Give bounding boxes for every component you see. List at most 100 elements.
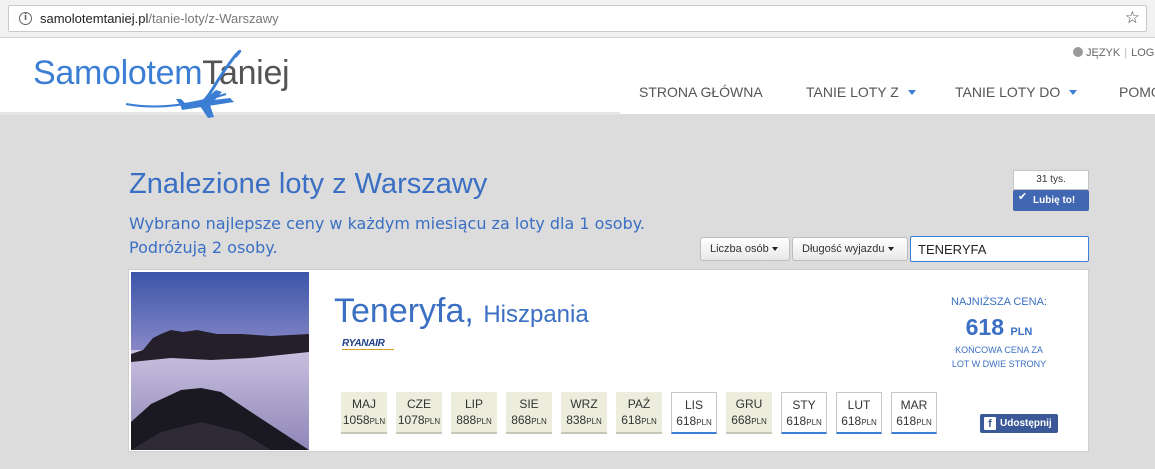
month-price: 618PLN xyxy=(837,414,881,428)
duration-label: Długość wyjazdu xyxy=(802,243,885,255)
like-count: 31 tys. xyxy=(1013,170,1089,190)
facebook-icon: f xyxy=(984,417,996,430)
month-price: 618PLN xyxy=(672,414,716,428)
month-price-box[interactable]: MAR 618PLN xyxy=(891,392,937,434)
month-price-box[interactable]: CZE 1078PLN xyxy=(396,392,442,434)
like-button[interactable]: ✔ Lubię to! xyxy=(1013,190,1089,211)
month-price-amount: 668 xyxy=(731,413,752,427)
caret-down-icon xyxy=(887,247,894,251)
url-path: /tanie-loty/z-Warszawy xyxy=(148,11,279,26)
month-name: WRZ xyxy=(570,397,598,411)
destination-search-input[interactable] xyxy=(910,236,1089,262)
nav-label: STRONA GŁÓWNA xyxy=(639,84,763,100)
month-name: CZE xyxy=(407,397,431,411)
language-links: JĘZYK |LOGO xyxy=(1073,47,1155,59)
month-price: 868PLN xyxy=(506,413,552,427)
month-price-unit: PLN xyxy=(476,417,492,426)
price-note-line: KOŃCOWA CENA ZA xyxy=(955,345,1043,355)
trip-duration-dropdown[interactable]: Długość wyjazdu xyxy=(792,237,908,261)
month-price-box[interactable]: MAJ 1058PLN xyxy=(341,392,387,434)
price-currency: PLN xyxy=(1010,326,1033,338)
persons-label: Liczba osób xyxy=(710,243,769,255)
info-icon[interactable]: i xyxy=(19,12,32,25)
month-price: 888PLN xyxy=(451,413,497,427)
airline-logo: RYANAIR xyxy=(342,338,385,349)
destination-country: Hiszpania xyxy=(483,301,589,328)
month-price-amount: 888 xyxy=(456,413,477,427)
lowest-price-label: NAJNIŻSZA CENA: xyxy=(951,296,1047,308)
caret-down-icon xyxy=(771,247,778,251)
price-note-line: LOT W DWIE STRONY xyxy=(951,359,1047,369)
nav-item-home[interactable]: STRONA GŁÓWNA xyxy=(639,84,763,100)
site-logo[interactable]: SamolotemTaniej xyxy=(30,50,350,122)
month-price: 618PLN xyxy=(616,413,662,427)
month-price: 618PLN xyxy=(782,414,826,428)
destination-photo xyxy=(131,272,309,450)
month-price-box[interactable]: SIE 868PLN xyxy=(506,392,552,434)
month-name: LIS xyxy=(684,398,703,412)
logout-link[interactable]: LOGO xyxy=(1131,47,1155,59)
month-price-amount: 618 xyxy=(621,413,642,427)
caret-down-icon xyxy=(907,90,916,95)
url-text[interactable]: samolotemtaniej.pl/tanie-loty/z-Warszawy xyxy=(40,11,279,26)
month-price-unit: PLN xyxy=(641,417,657,426)
price-note: KOŃCOWA CENA ZA LOT W DWIE STRONY xyxy=(934,343,1064,371)
persons-dropdown[interactable]: Liczba osób xyxy=(700,237,790,261)
month-price-unit: PLN xyxy=(916,418,932,427)
separator: | xyxy=(1124,47,1128,59)
lowest-price-block: NAJNIŻSZA CENA: 618 PLN KOŃCOWA CENA ZA … xyxy=(934,296,1064,371)
month-price-amount: 1058 xyxy=(342,413,370,427)
subtitle-line: Wybrano najlepsze ceny w każdym miesiącu… xyxy=(129,214,645,233)
destination-title[interactable]: Teneryfa, Hiszpania xyxy=(334,292,589,331)
nav-item-cheap-flights-from[interactable]: TANIE LOTY Z xyxy=(806,84,916,100)
month-price-unit: PLN xyxy=(369,417,386,426)
browser-toolbar: i samolotemtaniej.pl/tanie-loty/z-Warsza… xyxy=(0,0,1155,38)
price-amount: 618 xyxy=(965,314,1004,340)
month-price-box[interactable]: STY 618PLN xyxy=(781,392,827,434)
month-name: GRU xyxy=(735,397,763,411)
airline-logo-underline xyxy=(342,349,394,350)
month-price-amount: 868 xyxy=(511,413,532,427)
month-price-amount: 618 xyxy=(841,414,862,428)
nav-label: TANIE LOTY DO xyxy=(955,84,1061,100)
month-price: 668PLN xyxy=(726,413,772,427)
month-price-amount: 1078 xyxy=(397,413,425,427)
month-name: PAŹ xyxy=(627,397,651,411)
month-price-unit: PLN xyxy=(751,417,767,426)
month-price-amount: 618 xyxy=(786,414,807,428)
month-price-box[interactable]: LIS 618PLN xyxy=(671,392,717,434)
nav-item-help[interactable]: POMO xyxy=(1119,84,1155,100)
url-domain: samolotemtaniej.pl xyxy=(40,11,149,26)
month-price-unit: PLN xyxy=(424,417,441,426)
month-price: 618PLN xyxy=(892,414,936,428)
language-link[interactable]: JĘZYK xyxy=(1086,47,1120,59)
month-price-box[interactable]: PAŹ 618PLN xyxy=(616,392,662,434)
like-label: Lubię to! xyxy=(1033,195,1076,206)
nav-item-cheap-flights-to[interactable]: TANIE LOTY DO xyxy=(955,84,1078,100)
month-price-unit: PLN xyxy=(586,417,602,426)
nav-label: POMO xyxy=(1119,84,1155,100)
destination-name: Teneryfa, xyxy=(334,292,474,330)
month-price-amount: 838 xyxy=(566,413,587,427)
month-name: LUT xyxy=(847,398,871,412)
caret-down-icon xyxy=(1069,90,1078,95)
month-price-unit: PLN xyxy=(531,417,547,426)
subtitle-line: Podróżują 2 osoby. xyxy=(129,238,278,257)
month-price-box[interactable]: GRU 668PLN xyxy=(726,392,772,434)
month-name: MAJ xyxy=(352,397,376,411)
address-bar[interactable]: i samolotemtaniej.pl/tanie-loty/z-Warsza… xyxy=(8,5,1147,32)
month-name: STY xyxy=(792,398,816,412)
month-name: LIP xyxy=(464,397,483,411)
globe-icon xyxy=(1073,47,1083,57)
month-price: 838PLN xyxy=(561,413,607,427)
nav-label: TANIE LOTY Z xyxy=(806,84,899,100)
month-price: 1058PLN xyxy=(341,413,387,427)
page-title: Znalezione loty z Warszawy xyxy=(129,168,488,200)
bookmark-star-icon[interactable]: ☆ xyxy=(1125,8,1140,28)
month-price-box[interactable]: LIP 888PLN xyxy=(451,392,497,434)
month-price-box[interactable]: WRZ 838PLN xyxy=(561,392,607,434)
month-price-box[interactable]: LUT 618PLN xyxy=(836,392,882,434)
check-icon: ✔ xyxy=(1018,190,1028,203)
facebook-share-button[interactable]: f Udostępnij xyxy=(980,414,1058,433)
month-price-unit: PLN xyxy=(696,418,712,427)
